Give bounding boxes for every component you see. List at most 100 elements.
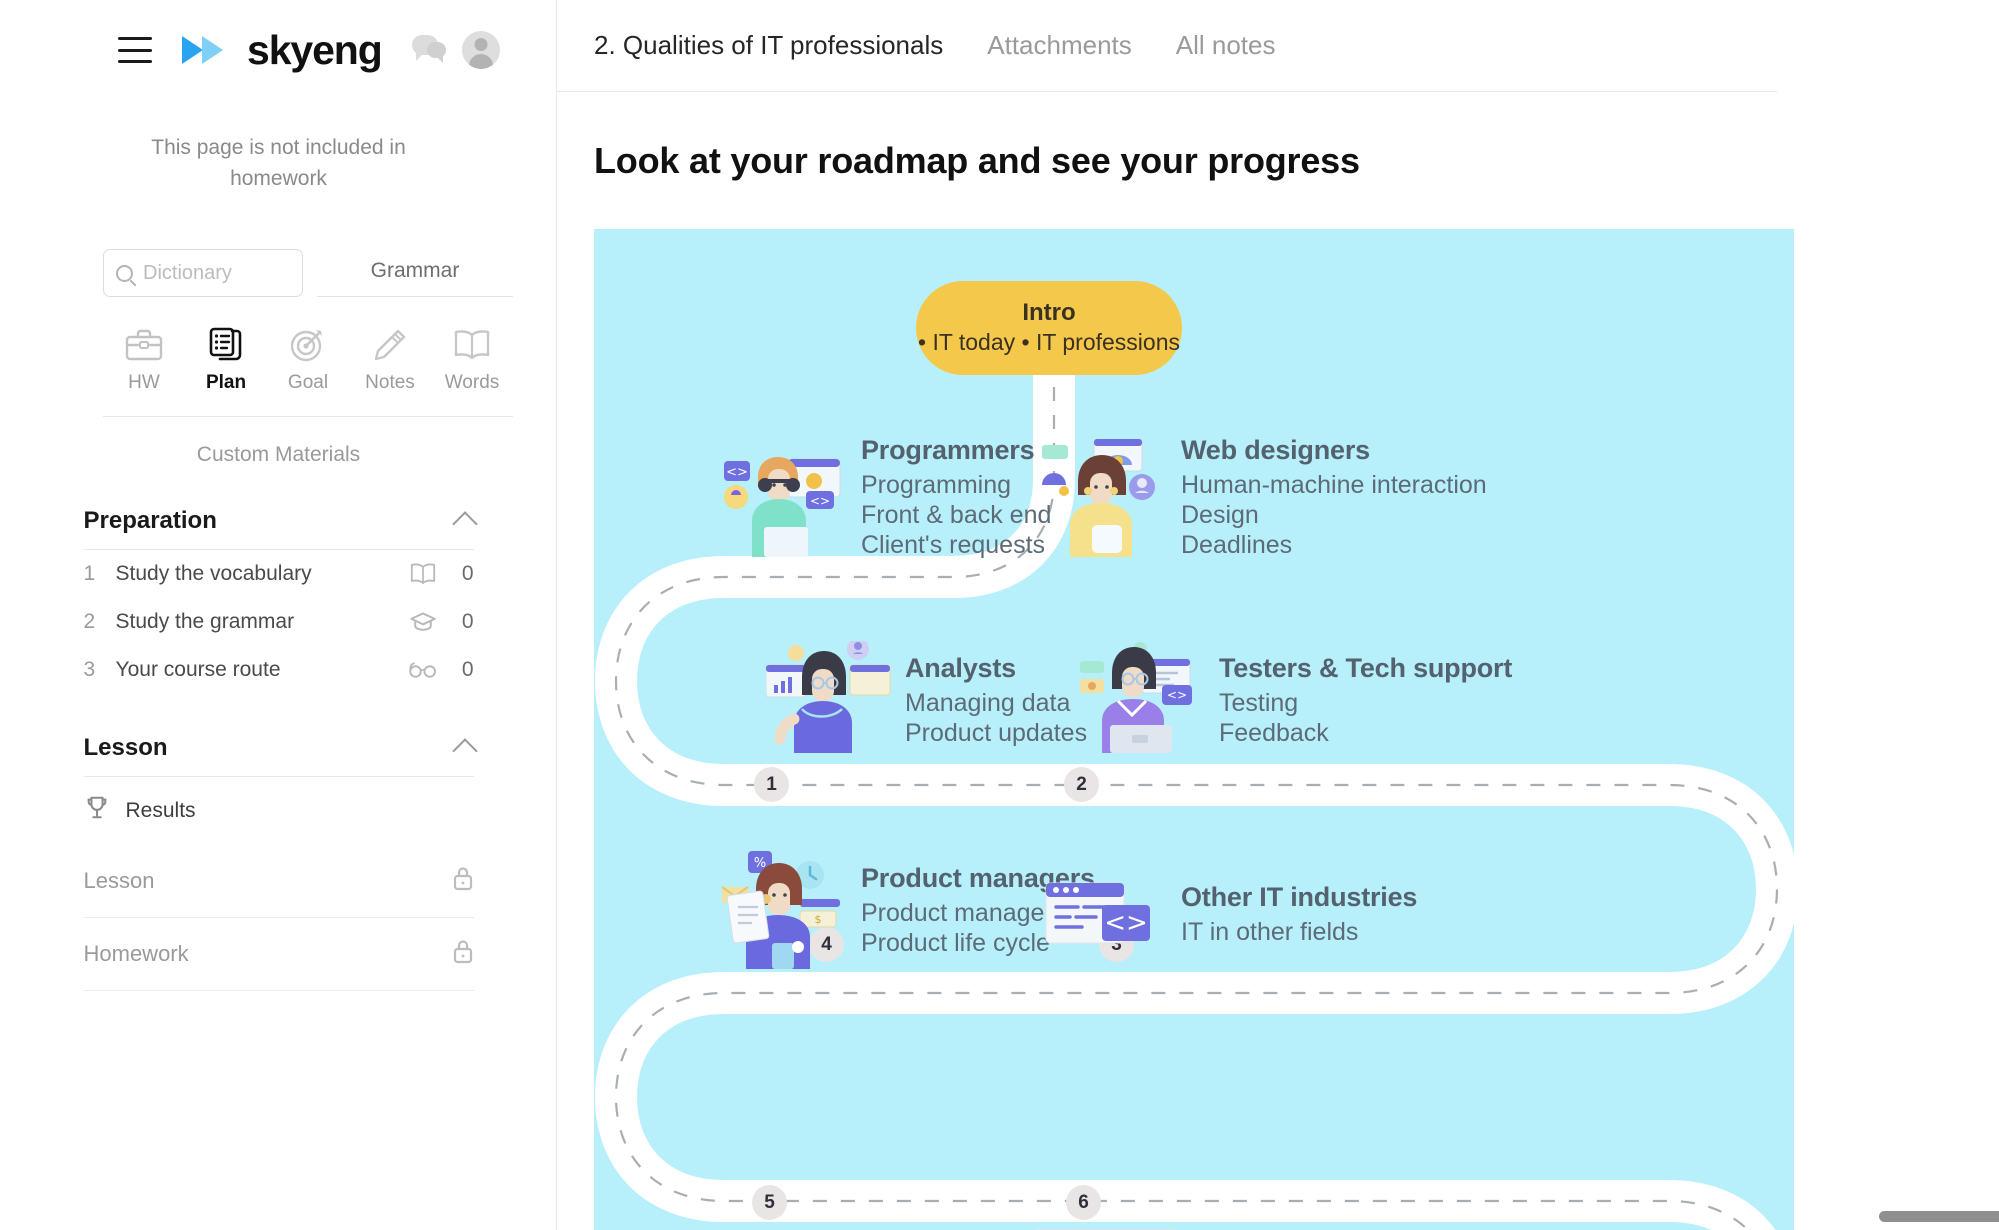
svg-text:$: $ — [815, 913, 822, 926]
roadmap-node-web-designers[interactable]: Web designers Human-machine interaction … — [1042, 435, 1487, 560]
tab-grammar[interactable]: Grammar — [317, 259, 513, 297]
locked-item-label: Homework — [83, 941, 189, 966]
chevron-up-icon[interactable] — [451, 738, 478, 764]
pencil-icon — [349, 323, 431, 367]
node-line: Human-machine interaction — [1181, 471, 1487, 499]
item-label: Your course route — [115, 658, 281, 681]
node-text: Web designers Human-machine interaction … — [1181, 435, 1487, 560]
sidebar-icon-tabs: HW Plan Goal Notes Words — [103, 323, 513, 417]
node-text: Programmers Programming Front & back end… — [861, 435, 1051, 560]
locked-item-lesson[interactable]: Lesson — [83, 845, 474, 918]
item-count: 0 — [461, 610, 474, 633]
header-icons — [411, 31, 500, 69]
intro-bullets: • IT today • IT professions — [918, 329, 1180, 355]
brand-bar: skyeng — [0, 0, 557, 72]
programmer-illustration: <> <> — [722, 439, 847, 557]
other-industries-illustration: <> — [1042, 869, 1167, 959]
node-line: Design — [1181, 501, 1259, 529]
list-item[interactable]: 2 Study the grammar 0 — [84, 598, 474, 646]
tab-goal[interactable]: Goal — [267, 323, 349, 394]
content-tabbar: 2. Qualities of IT professionals Attachm… — [557, 0, 1777, 92]
item-label: Study the grammar — [115, 610, 295, 633]
page-title: Look at your roadmap and see your progre… — [594, 140, 1360, 181]
chat-bubbles-icon[interactable] — [411, 35, 446, 65]
tab-goal-label: Goal — [287, 372, 329, 393]
brand-name: skyeng — [247, 26, 383, 73]
graduation-cap-icon — [402, 610, 444, 634]
node-line: Programming — [861, 471, 1012, 499]
briefcase-icon — [103, 323, 185, 367]
tab-notes-label: Notes — [365, 372, 415, 393]
lock-icon — [452, 938, 474, 970]
lesson-title: Lesson — [83, 734, 168, 761]
roadmap-node-analysts[interactable]: Analysts Managing data Product updates — [765, 638, 1087, 759]
item-number: 2 — [83, 610, 96, 633]
item-label: Study the vocabulary — [115, 562, 312, 585]
roadmap-node-testers[interactable]: <> Testers & Tech support Testing Feedba… — [1080, 641, 1512, 759]
tab-plan[interactable]: Plan — [185, 323, 267, 394]
tab-notes[interactable]: Notes — [349, 323, 431, 394]
homework-notice: This page is not included in homework — [151, 136, 406, 190]
horizontal-scrollbar-track[interactable] — [594, 1211, 1999, 1226]
horizontal-scrollbar-thumb[interactable] — [1879, 1211, 1999, 1222]
tab-plan-label: Plan — [205, 372, 247, 393]
node-text: Other IT industries IT in other fields — [1181, 882, 1417, 947]
preparation-header[interactable]: Preparation — [83, 507, 478, 550]
node-line: Feedback — [1219, 718, 1329, 747]
trophy-icon — [84, 795, 110, 827]
skyeng-logo[interactable]: skyeng — [182, 26, 383, 73]
svg-text:<>: <> — [1104, 908, 1148, 938]
tab-hw-label: HW — [128, 372, 160, 393]
roadmap-node-other-industries[interactable]: <> Other IT industries IT in other field… — [1042, 869, 1417, 959]
locked-item-label: Lesson — [83, 868, 155, 893]
roadmap-intro-pill[interactable]: Intro • IT today • IT professions — [916, 281, 1182, 375]
node-title: Analysts — [905, 652, 1016, 683]
tab-attachments[interactable]: Attachments — [987, 30, 1132, 61]
search-row: Dictionary Grammar — [103, 249, 513, 297]
roadmap-marker-2[interactable]: 2 — [1064, 767, 1099, 802]
tab-all-notes[interactable]: All notes — [1176, 30, 1276, 61]
lesson-item-results[interactable]: Results — [84, 777, 474, 845]
dictionary-search-box[interactable]: Dictionary — [103, 249, 303, 297]
node-title: Programmers — [861, 435, 1035, 465]
lesson-item-label: Results — [125, 799, 196, 822]
lock-icon — [452, 865, 474, 897]
node-title: Other IT industries — [1181, 881, 1418, 912]
tab-hw[interactable]: HW — [103, 323, 185, 394]
user-avatar-icon[interactable] — [461, 31, 500, 69]
search-icon — [116, 264, 133, 282]
intro-title: Intro — [1022, 299, 1076, 326]
chevron-up-icon[interactable] — [451, 511, 478, 537]
item-number: 1 — [83, 562, 96, 585]
tab-words-label: Words — [444, 372, 500, 393]
custom-materials-link[interactable]: Custom Materials — [0, 443, 557, 467]
list-item[interactable]: 1 Study the vocabulary 0 — [84, 550, 474, 598]
left-sidebar: skyeng This page is not included in home… — [0, 0, 557, 1230]
app-root: skyeng This page is not included in home… — [0, 0, 1999, 1230]
plan-document-icon — [185, 323, 267, 367]
preparation-title: Preparation — [83, 507, 217, 534]
svg-text:<>: <> — [726, 465, 748, 480]
web-designer-illustration — [1042, 438, 1167, 557]
hamburger-icon[interactable] — [118, 37, 152, 63]
roadmap-container: Intro • IT today • IT professions <> <> … — [594, 229, 1794, 1230]
locked-item-homework[interactable]: Homework — [83, 918, 474, 991]
book-icon — [431, 323, 513, 367]
analyst-illustration — [765, 638, 891, 759]
roadmap-node-programmers[interactable]: <> <> Programmers Programming Front & ba… — [722, 435, 1051, 560]
node-title: Web designers — [1181, 435, 1370, 465]
node-title: Testers & Tech support — [1219, 652, 1513, 683]
node-line: Deadlines — [1181, 531, 1293, 559]
search-input-placeholder[interactable]: Dictionary — [143, 262, 232, 285]
node-text: Analysts Managing data Product updates — [905, 653, 1087, 748]
node-line: Testing — [1219, 688, 1299, 717]
roadmap-marker-1[interactable]: 1 — [754, 767, 789, 802]
list-item[interactable]: 3 Your course route 0 — [84, 646, 474, 694]
node-line: IT in other fields — [1181, 917, 1359, 946]
lesson-header[interactable]: Lesson — [83, 734, 478, 777]
tab-lesson-title[interactable]: 2. Qualities of IT professionals — [594, 30, 943, 61]
tab-words[interactable]: Words — [431, 323, 513, 394]
lesson-section: Lesson Results Lesson Homework — [83, 734, 478, 991]
svg-text:<>: <> — [1167, 688, 1187, 702]
glasses-icon — [402, 660, 444, 680]
